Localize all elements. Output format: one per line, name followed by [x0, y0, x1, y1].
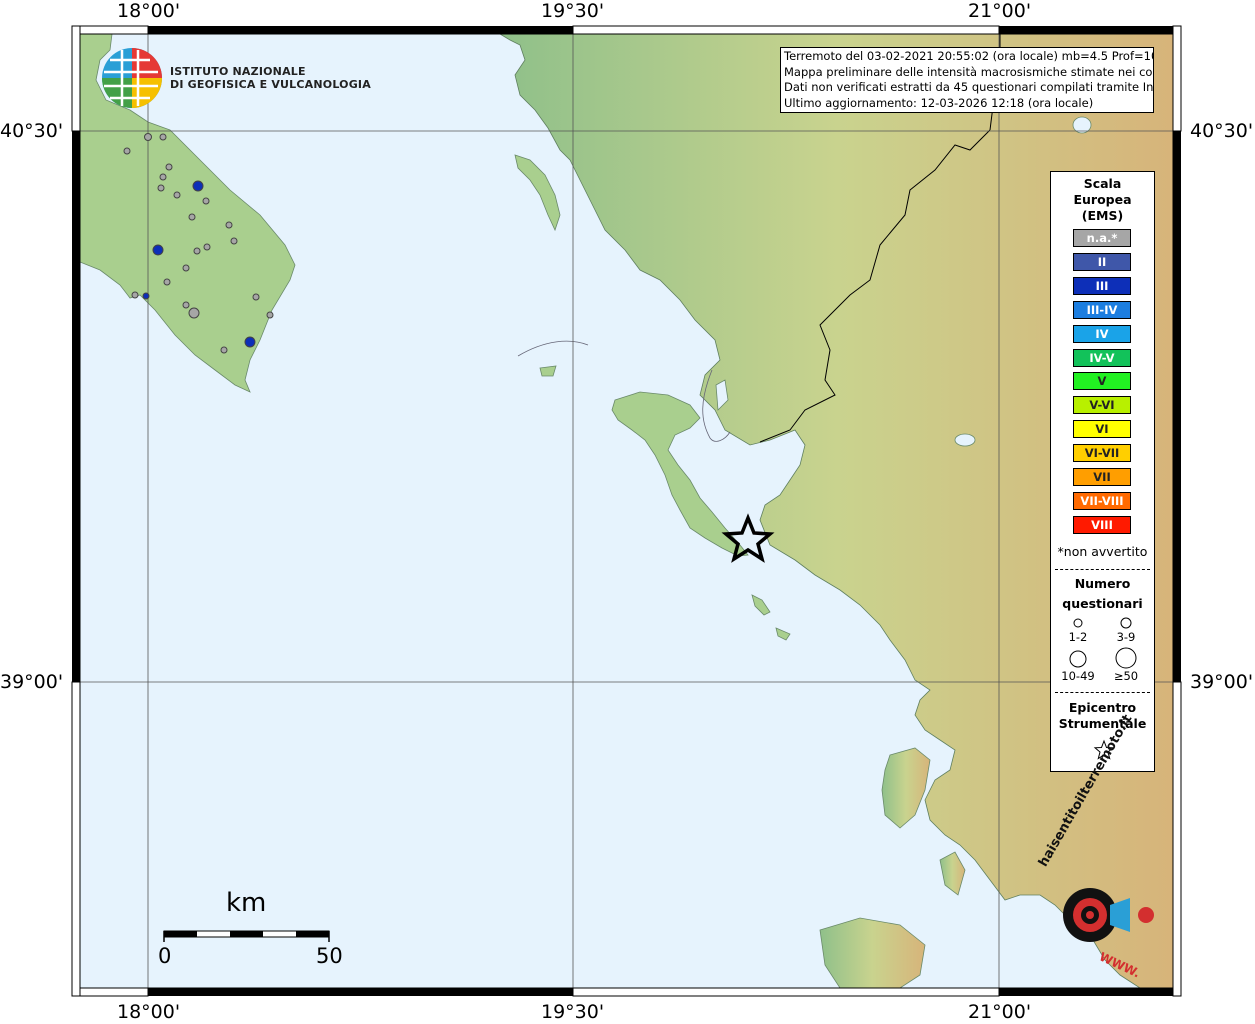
observation-point	[163, 278, 171, 286]
scale-min: 0	[158, 944, 172, 968]
observation-point	[192, 180, 204, 192]
info-line-1: Terremoto del 03-02-2021 20:55:02 (ora l…	[784, 49, 1154, 63]
intensity-legend: Scala Europea (EMS) n.a.* II III III-IV IV IV…	[1050, 171, 1155, 772]
legend-swatch: n.a.*	[1073, 229, 1131, 247]
observation-point	[188, 213, 196, 221]
size-label-1-2: 1-2	[1068, 630, 1088, 644]
observation-point	[220, 346, 228, 354]
legend-swatch: II	[1073, 252, 1131, 271]
institute-name: ISTITUTO NAZIONALE DI GEOFISICA E VULCAN…	[170, 65, 371, 91]
legend-swatch: VIII	[1073, 515, 1131, 534]
legend-swatch: VII-VIII	[1073, 491, 1131, 510]
count-title-2: questionari	[1062, 596, 1143, 611]
legend-swatch: VI-VII	[1073, 444, 1131, 463]
observation-point	[142, 292, 150, 300]
legend-swatch: III	[1073, 276, 1131, 295]
observation-point	[202, 197, 210, 205]
lat-label-40-30: 40°30'	[0, 120, 64, 142]
observation-point	[225, 221, 233, 229]
observation-point	[244, 336, 256, 348]
observation-point	[159, 133, 167, 141]
epicenter-title-2: Strumentale	[1058, 716, 1147, 731]
legend-separator	[1055, 569, 1150, 570]
land-othonoi	[539, 365, 557, 377]
size-label-50: ≥50	[1113, 669, 1139, 683]
legend-not-felt: *non avvertito	[1057, 544, 1148, 559]
observation-point	[182, 264, 190, 272]
lat-label-40-30-right: 40°30'	[1190, 120, 1254, 142]
institute-line-1: ISTITUTO NAZIONALE	[170, 65, 306, 78]
legend-swatch: IV-V	[1073, 348, 1131, 367]
observation-point	[131, 291, 139, 299]
legend-swatch: V	[1073, 372, 1131, 391]
legend-swatch: IV	[1073, 324, 1131, 343]
count-title-1: Numero	[1074, 576, 1131, 591]
legend-separator-2	[1055, 692, 1150, 693]
observation-point	[230, 237, 238, 245]
observation-point	[165, 163, 173, 171]
lat-label-39-right: 39°00'	[1190, 671, 1254, 693]
legend-swatch: V-VI	[1073, 396, 1131, 415]
legend-swatch: VII	[1073, 468, 1131, 486]
observation-point	[252, 293, 260, 301]
legend-title-3: (EMS)	[1081, 208, 1124, 223]
lat-label-39: 39°00'	[0, 671, 64, 693]
lon-label-19-30: 19°30'	[541, 0, 605, 22]
observation-point	[266, 311, 274, 319]
observation-point	[152, 244, 164, 256]
info-line-2: Mappa preliminare delle intensità macros…	[784, 64, 1154, 79]
info-line-4: Ultimo aggiornamento: 12-03-2026 12:18 (…	[784, 95, 1094, 110]
observation-point	[157, 184, 165, 192]
epicenter-title-1: Epicentro	[1068, 700, 1137, 715]
legend-title-2: Europea	[1073, 192, 1132, 207]
observation-point	[123, 147, 131, 155]
lon-label-21: 21°00'	[968, 0, 1032, 22]
lon-label-18-bottom: 18°00'	[117, 1001, 181, 1023]
lake-ioannina	[954, 433, 976, 447]
observation-point	[173, 191, 181, 199]
ingv-logo	[102, 48, 162, 108]
lon-label-18: 18°00'	[117, 0, 181, 22]
lon-label-21-bottom: 21°00'	[968, 1001, 1032, 1023]
lon-label-19-30-bottom: 19°30'	[541, 1001, 605, 1023]
info-line-3: Dati non verificati estratti da 45 quest…	[784, 80, 1154, 94]
event-info-box: Terremoto del 03-02-2021 20:55:02 (ora l…	[780, 47, 1154, 113]
observation-point	[193, 247, 201, 255]
scale-unit: km	[226, 888, 267, 918]
scale-max: 50	[316, 944, 343, 968]
size-label-3-9: 3-9	[1116, 630, 1136, 644]
observation-point	[144, 133, 152, 141]
size-label-10-49: 10-49	[1061, 669, 1095, 683]
institute-line-2: DI GEOFISICA E VULCANOLOGIA	[170, 78, 371, 91]
legend-swatch: III-IV	[1073, 300, 1131, 319]
legend-title-1: Scala	[1083, 176, 1122, 191]
observation-point	[188, 307, 200, 319]
observation-point	[182, 301, 190, 309]
legend-swatch: VI	[1073, 420, 1131, 439]
observation-point	[159, 173, 167, 181]
observation-point	[203, 243, 211, 251]
